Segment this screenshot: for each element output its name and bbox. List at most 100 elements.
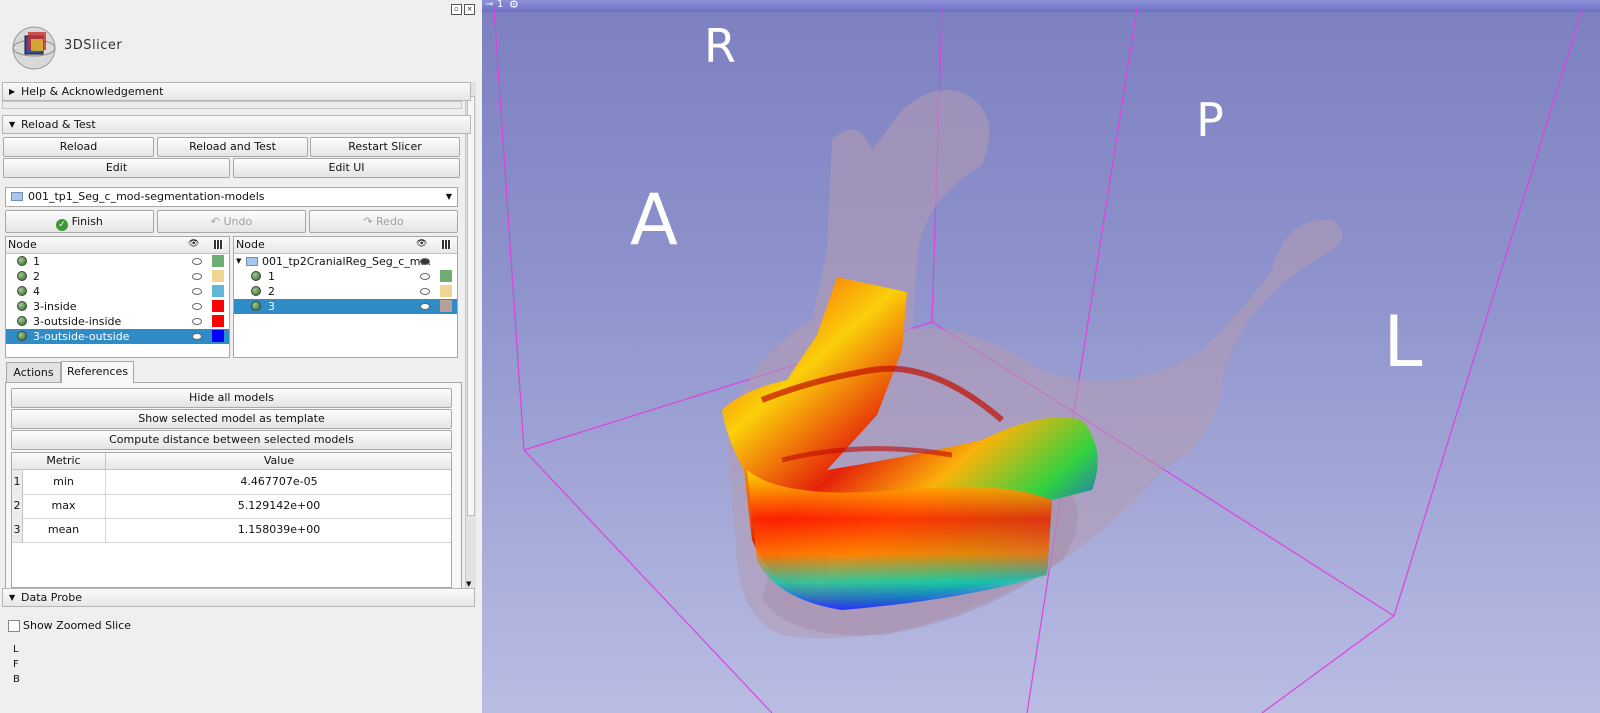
tree-row-label: 3-outside-inside [33,315,122,328]
redo-icon: ↷ [363,215,373,228]
model-node-icon [17,271,27,281]
tree-row-label: 1 [33,255,40,268]
tab-actions[interactable]: Actions [6,362,61,383]
eye-icon[interactable] [420,288,430,295]
tree-parent-row[interactable]: ▼ 001_tp2CranialReg_Seg_c_m... [234,254,457,269]
slicer-logo-icon [8,20,60,72]
close-icon[interactable]: × [464,4,475,15]
tree-header: Node 👁 [234,237,457,254]
models-tree-right[interactable]: Node 👁 ▼ 001_tp2CranialReg_Seg_c_m... 1 2… [233,236,458,358]
tree-row-label: 4 [33,285,40,298]
metric-value: 5.129142e+00 [105,494,452,518]
tree-row[interactable]: 3-inside [6,299,229,314]
model-node-icon [17,331,27,341]
chevron-down-icon: ▼ [9,120,16,129]
3d-view[interactable]: ⊸ 1 ⚙ R P A L [482,0,1600,713]
eye-icon[interactable] [192,333,202,340]
models-tree-left[interactable]: Node 👁 1 2 4 3-inside 3-outside-inside 3-outs… [5,236,230,358]
color-column-icon [442,240,451,249]
tree-row[interactable]: 1 [6,254,229,269]
undo-button[interactable]: ↶ Undo [157,210,306,233]
color-swatch[interactable] [212,285,224,297]
color-swatch[interactable] [212,300,224,312]
panel-scrollbar[interactable]: ▲ ▼ [465,82,476,588]
tree-row[interactable]: 3 [234,299,457,314]
tree-row-label: 2 [268,285,275,298]
color-swatch[interactable] [212,315,224,327]
chevron-down-icon: ▼ [236,257,242,265]
probe-line-b: B [13,674,20,685]
model-node-icon [17,301,27,311]
orientation-label-l: L [1384,301,1423,383]
color-column-icon [214,240,223,249]
tree-row-label: 3-inside [33,300,77,313]
tab-references[interactable]: References [61,361,134,383]
compute-distance-button[interactable]: Compute distance between selected models [11,430,452,450]
color-swatch[interactable] [212,330,224,342]
model-node-icon [17,286,27,296]
check-icon: ✓ [56,219,69,231]
show-zoomed-slice-checkbox[interactable] [8,620,20,632]
model-node-icon [17,256,27,266]
tree-row[interactable]: 2 [234,284,457,299]
finish-button[interactable]: ✓ Finish [5,210,154,233]
table-row[interactable]: 1 min 4.467707e-05 [12,470,451,495]
hide-all-models-button[interactable]: Hide all models [11,388,452,408]
model-node-icon [251,301,261,311]
section-data-probe[interactable]: ▼ Data Probe [2,588,475,607]
undo-icon: ↶ [210,215,220,228]
color-swatch[interactable] [440,285,452,297]
model-node-icon [17,316,27,326]
tree-row[interactable]: 4 [6,284,229,299]
visibility-column-icon: 👁 [188,239,200,249]
orientation-label-p: P [1196,93,1224,147]
chevron-right-icon: ▶ [9,87,16,96]
reload-button[interactable]: Reload [3,137,154,157]
tree-row-label: 3 [268,300,275,313]
metric-name: mean [47,523,80,536]
color-swatch[interactable] [440,300,452,312]
eye-icon[interactable] [192,303,202,310]
eye-icon[interactable] [192,258,202,265]
model-node-icon [251,286,261,296]
metric-value: 4.467707e-05 [105,470,452,494]
tree-row[interactable]: 2 [6,269,229,284]
folder-icon [11,192,23,201]
3d-scene[interactable]: R P A L [482,0,1600,713]
color-swatch[interactable] [212,270,224,282]
tree-row[interactable]: 3-outside-inside [6,314,229,329]
probe-line-l: L [13,644,19,655]
module-panel: ▫ × 3DSlicer ▲ ▼ ▶ Help & Acknowledgemen… [0,0,482,713]
metrics-table[interactable]: Metric Value 1 min 4.467707e-05 2 max 5.12914… [11,452,452,588]
section-help[interactable]: ▶ Help & Acknowledgement [2,82,471,101]
show-template-button[interactable]: Show selected model as template [11,409,452,429]
orientation-label-a: A [630,179,678,261]
restart-slicer-button[interactable]: Restart Slicer [310,137,460,157]
color-swatch[interactable] [440,270,452,282]
section-reload-test[interactable]: ▼ Reload & Test [2,115,471,134]
eye-icon[interactable] [420,273,430,280]
help-collapsed-area [2,101,462,109]
eye-icon[interactable] [420,258,430,265]
table-header: Metric Value [12,453,451,470]
tree-row[interactable]: 3-outside-outside [6,329,229,344]
reload-and-test-button[interactable]: Reload and Test [157,137,308,157]
eye-icon[interactable] [192,318,202,325]
eye-icon[interactable] [420,303,430,310]
orientation-label-r: R [704,19,736,73]
redo-button[interactable]: ↷ Redo [309,210,458,233]
chevron-down-icon: ▼ [9,593,16,602]
color-swatch[interactable] [212,255,224,267]
float-icon[interactable]: ▫ [451,4,462,15]
metric-name: max [51,499,76,512]
tree-row[interactable]: 1 [234,269,457,284]
eye-icon[interactable] [192,288,202,295]
edit-ui-button[interactable]: Edit UI [233,158,460,178]
model-hierarchy-select[interactable]: 001_tp1_Seg_c_mod-segmentation-models ▼ [5,187,458,207]
eye-icon[interactable] [192,273,202,280]
tree-header: Node 👁 [6,237,229,254]
metric-value: 1.158039e+00 [105,518,452,542]
edit-button[interactable]: Edit [3,158,230,178]
table-row[interactable]: 2 max 5.129142e+00 [12,494,451,519]
table-row[interactable]: 3 mean 1.158039e+00 [12,518,451,543]
